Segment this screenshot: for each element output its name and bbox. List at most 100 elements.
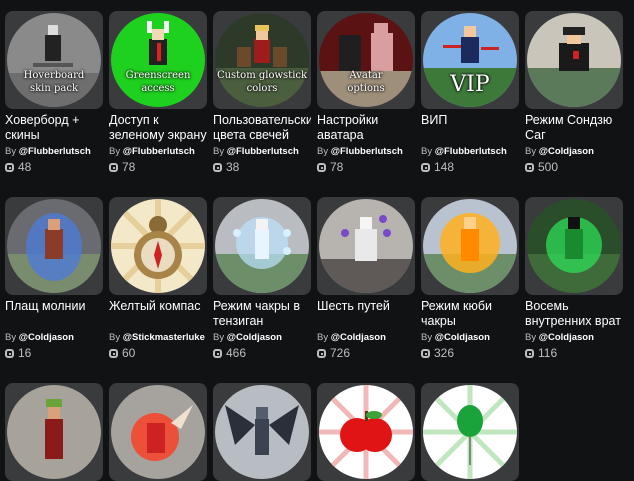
dark-wings-icon bbox=[215, 385, 309, 479]
game-pass-name[interactable]: Плащ молнии bbox=[5, 299, 103, 329]
thumbnail-caption-line: access bbox=[141, 83, 175, 94]
game-pass-name[interactable]: Пользовательские цвета свечей bbox=[213, 113, 311, 143]
game-pass-thumbnail[interactable] bbox=[317, 197, 415, 295]
game-pass-thumbnail[interactable] bbox=[5, 197, 103, 295]
game-pass-card[interactable]: Желтый компас By @Stickmasterluke 60 bbox=[109, 197, 207, 361]
price: 60 bbox=[109, 346, 207, 361]
game-pass-card[interactable] bbox=[5, 383, 103, 481]
thumbnail-caption-line: Greenscreen bbox=[125, 70, 191, 81]
game-pass-card[interactable]: Шесть путей By @Coldjason 726 bbox=[317, 197, 415, 361]
robux-icon bbox=[317, 349, 326, 358]
game-pass-card[interactable]: Greenscreen access Доступ к зеленому экран… bbox=[109, 11, 207, 175]
robux-icon bbox=[317, 163, 326, 172]
game-pass-thumbnail[interactable] bbox=[5, 383, 103, 481]
creator-link[interactable]: @Coldjason bbox=[331, 332, 386, 343]
by-label: By bbox=[421, 332, 433, 343]
game-pass-thumbnail[interactable] bbox=[109, 383, 207, 481]
game-pass-thumbnail[interactable]: Greenscreen access bbox=[109, 11, 207, 109]
game-pass-name[interactable]: Режим Сондзю Саг bbox=[525, 113, 623, 143]
robux-icon bbox=[5, 349, 14, 358]
balloon-icon bbox=[423, 385, 517, 479]
game-pass-card[interactable]: Custom glowstick colors Пользовательские ц… bbox=[213, 11, 311, 175]
creator-link[interactable]: @Flubberlutsch bbox=[123, 146, 195, 157]
robux-icon bbox=[525, 349, 534, 358]
game-pass-card[interactable]: Avatar options Настройки аватара By @Flubbe… bbox=[317, 11, 415, 175]
by-label: By bbox=[213, 146, 225, 157]
game-pass-card[interactable] bbox=[317, 383, 415, 481]
game-pass-thumbnail[interactable] bbox=[317, 383, 415, 481]
by-label: By bbox=[525, 146, 537, 157]
game-pass-card[interactable] bbox=[213, 383, 311, 481]
game-pass-thumbnail[interactable]: Custom glowstick colors bbox=[213, 11, 311, 109]
creator-link[interactable]: @Coldjason bbox=[227, 332, 282, 343]
price: 38 bbox=[213, 160, 311, 175]
creator-line: By @Flubberlutsch bbox=[421, 146, 519, 158]
game-pass-name[interactable]: ВИП bbox=[421, 113, 519, 143]
price: 148 bbox=[421, 160, 519, 175]
game-pass-thumbnail[interactable] bbox=[525, 11, 623, 109]
game-pass-card[interactable] bbox=[109, 383, 207, 481]
thumbnail-caption-line: colors bbox=[246, 83, 278, 94]
creator-line: By @Flubberlutsch bbox=[5, 146, 103, 158]
game-pass-thumbnail[interactable] bbox=[421, 383, 519, 481]
thumbnail-caption-line: VIP bbox=[450, 72, 490, 97]
game-pass-card[interactable]: Режим кюби чакры By @Coldjason 326 bbox=[421, 197, 519, 361]
game-pass-card[interactable]: Режим чакры в тензиган By @Coldjason 466 bbox=[213, 197, 311, 361]
price: 16 bbox=[5, 346, 103, 361]
game-pass-thumbnail[interactable] bbox=[213, 197, 311, 295]
creator-link[interactable]: @Coldjason bbox=[539, 332, 594, 343]
game-pass-card[interactable] bbox=[421, 383, 519, 481]
creator-link[interactable]: @Flubberlutsch bbox=[19, 146, 91, 157]
creator-link[interactable]: @Coldjason bbox=[19, 332, 74, 343]
creator-link[interactable]: @Coldjason bbox=[435, 332, 490, 343]
game-pass-name[interactable]: Доступ к зеленому экрану bbox=[109, 113, 207, 143]
sage-mode-icon bbox=[527, 13, 621, 107]
game-pass-card[interactable]: Hoverboard skin pack Ховерборд + скины By @… bbox=[5, 11, 103, 175]
robux-icon bbox=[5, 163, 14, 172]
game-pass-thumbnail[interactable] bbox=[421, 197, 519, 295]
price-value: 148 bbox=[434, 160, 455, 174]
game-pass-thumbnail[interactable] bbox=[525, 197, 623, 295]
by-label: By bbox=[421, 146, 433, 157]
warrior-icon bbox=[7, 385, 101, 479]
game-pass-thumbnail[interactable] bbox=[109, 197, 207, 295]
creator-link[interactable]: @Stickmasterluke bbox=[123, 332, 205, 343]
game-pass-card[interactable]: VIP ВИП By @Flubberlutsch 148 bbox=[421, 11, 519, 175]
creator-line: By @Stickmasterluke bbox=[109, 332, 207, 344]
thumbnail-caption-line: options bbox=[347, 83, 385, 94]
game-pass-name[interactable]: Режим кюби чакры bbox=[421, 299, 519, 329]
game-pass-thumbnail[interactable]: Hoverboard skin pack bbox=[5, 11, 103, 109]
game-pass-name[interactable]: Желтый компас bbox=[109, 299, 207, 329]
thumbnail-caption: Hoverboard skin pack bbox=[5, 69, 103, 95]
game-pass-name[interactable]: Режим чакры в тензиган bbox=[213, 299, 311, 329]
game-pass-card[interactable]: Восемь внутренних врат By @Coldjason 116 bbox=[525, 197, 623, 361]
price: 466 bbox=[213, 346, 311, 361]
game-pass-card[interactable]: Режим Сондзю Саг By @Coldjason 500 bbox=[525, 11, 623, 175]
game-pass-name[interactable]: Ховерборд + скины bbox=[5, 113, 103, 143]
game-pass-name[interactable]: Восемь внутренних врат bbox=[525, 299, 623, 329]
price: 78 bbox=[317, 160, 415, 175]
kyuubi-icon bbox=[423, 199, 517, 293]
thumbnail-caption-line: Avatar bbox=[349, 70, 383, 81]
creator-line: By @Coldjason bbox=[525, 332, 623, 344]
game-pass-thumbnail[interactable]: VIP bbox=[421, 11, 519, 109]
creator-link[interactable]: @Flubberlutsch bbox=[331, 146, 403, 157]
creator-line: By @Coldjason bbox=[213, 332, 311, 344]
game-pass-card[interactable]: Плащ молнии By @Coldjason 16 bbox=[5, 197, 103, 361]
game-pass-thumbnail[interactable]: Avatar options bbox=[317, 11, 415, 109]
price: 116 bbox=[525, 346, 623, 361]
price-value: 466 bbox=[226, 346, 247, 360]
game-pass-name[interactable]: Шесть путей bbox=[317, 299, 415, 329]
creator-line: By @Coldjason bbox=[317, 332, 415, 344]
creator-link[interactable]: @Coldjason bbox=[539, 146, 594, 157]
price: 500 bbox=[525, 160, 623, 175]
apple-icon bbox=[319, 385, 413, 479]
robux-icon bbox=[525, 163, 534, 172]
game-pass-name[interactable]: Настройки аватара bbox=[317, 113, 415, 143]
thumbnail-caption-line: Hoverboard bbox=[23, 70, 85, 81]
by-label: By bbox=[109, 332, 121, 343]
creator-link[interactable]: @Flubberlutsch bbox=[435, 146, 507, 157]
by-label: By bbox=[109, 146, 121, 157]
creator-link[interactable]: @Flubberlutsch bbox=[227, 146, 299, 157]
game-pass-thumbnail[interactable] bbox=[213, 383, 311, 481]
